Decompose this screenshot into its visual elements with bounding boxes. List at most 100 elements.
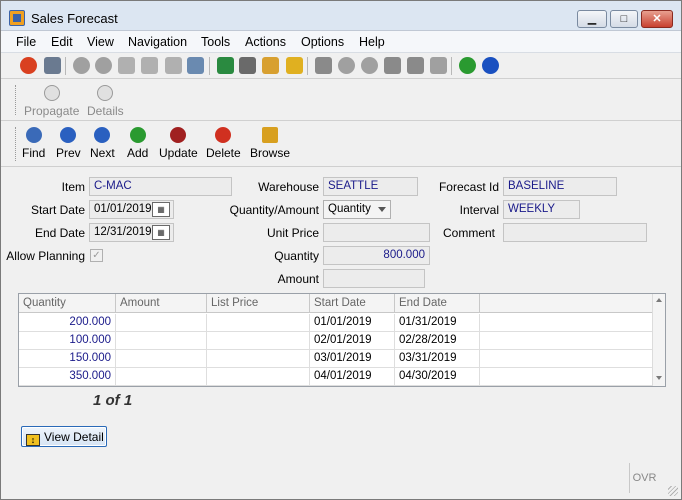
attachment-icon[interactable] bbox=[239, 57, 256, 74]
cell-amount[interactable] bbox=[116, 332, 207, 350]
cell-start-date[interactable]: 01/01/2019 bbox=[310, 314, 395, 332]
find-button[interactable]: Find bbox=[22, 127, 45, 160]
cell-end-date[interactable]: 02/28/2019 bbox=[395, 332, 480, 350]
browse-icon bbox=[262, 127, 278, 143]
copy-icon[interactable] bbox=[118, 57, 135, 74]
item-field[interactable]: C-MAC bbox=[89, 177, 232, 196]
table-row[interactable]: 350.000 04/01/2019 04/30/2019 bbox=[19, 368, 653, 386]
toolbar-separator bbox=[451, 57, 452, 75]
toolbar-grip bbox=[15, 127, 17, 161]
column-header-list-price[interactable]: List Price bbox=[207, 294, 310, 313]
menu-bar: File Edit View Navigation Tools Actions … bbox=[1, 31, 681, 53]
cell-list-price[interactable] bbox=[207, 350, 310, 368]
add-label: Add bbox=[127, 146, 149, 160]
prev-label: Prev bbox=[56, 146, 81, 160]
column-header-end-date[interactable]: End Date bbox=[395, 294, 480, 313]
calendar-icon[interactable]: ▦ bbox=[152, 225, 170, 240]
close-button[interactable]: ✕ bbox=[641, 10, 673, 28]
zoom-icon[interactable] bbox=[187, 57, 204, 74]
table-row[interactable]: 150.000 03/01/2019 03/31/2019 bbox=[19, 350, 653, 368]
quantity-field[interactable]: 800.000 bbox=[323, 246, 430, 265]
export-icon[interactable] bbox=[430, 57, 447, 74]
cell-end-date[interactable]: 01/31/2019 bbox=[395, 314, 480, 332]
delete-button[interactable]: Delete bbox=[206, 127, 241, 160]
allow-planning-checkbox[interactable]: ✓ bbox=[90, 249, 103, 262]
windows-icon[interactable] bbox=[44, 57, 61, 74]
cell-end-date[interactable]: 04/30/2019 bbox=[395, 368, 480, 386]
end-date-label: End Date bbox=[34, 226, 85, 240]
details-icon bbox=[97, 85, 114, 101]
amount-field[interactable] bbox=[323, 269, 425, 288]
browse-button[interactable]: Browse bbox=[250, 127, 290, 160]
insert-row-icon[interactable] bbox=[384, 57, 401, 74]
cancel-icon[interactable] bbox=[95, 57, 112, 74]
update-button[interactable]: Update bbox=[159, 127, 198, 160]
cell-start-date[interactable]: 02/01/2019 bbox=[310, 332, 395, 350]
grid-vertical-scrollbar[interactable] bbox=[652, 294, 665, 386]
cell-quantity[interactable]: 200.000 bbox=[19, 314, 116, 332]
quantity-amount-select[interactable]: Quantity bbox=[323, 200, 391, 219]
delete-label: Delete bbox=[206, 146, 241, 160]
forecast-detail-grid[interactable]: Quantity Amount List Price Start Date En… bbox=[18, 293, 666, 387]
interval-field[interactable]: WEEKLY bbox=[503, 200, 580, 219]
menu-help[interactable]: Help bbox=[359, 35, 385, 49]
menu-view[interactable]: View bbox=[87, 35, 114, 49]
chart-icon[interactable] bbox=[459, 57, 476, 74]
cell-amount[interactable] bbox=[116, 368, 207, 386]
prev-button[interactable]: Prev bbox=[56, 127, 81, 160]
cell-list-price[interactable] bbox=[207, 368, 310, 386]
cell-amount[interactable] bbox=[116, 350, 207, 368]
first-record-icon[interactable] bbox=[315, 57, 332, 74]
select-all-icon[interactable] bbox=[165, 57, 182, 74]
table-row[interactable]: 200.000 01/01/2019 01/31/2019 bbox=[19, 314, 653, 332]
next-icon bbox=[94, 127, 111, 143]
table-row[interactable]: 100.000 02/01/2019 02/28/2019 bbox=[19, 332, 653, 350]
cell-quantity[interactable]: 350.000 bbox=[19, 368, 116, 386]
delete-row-icon[interactable] bbox=[407, 57, 424, 74]
notepad-icon[interactable] bbox=[217, 57, 234, 74]
column-header-quantity[interactable]: Quantity bbox=[19, 294, 116, 313]
details-button[interactable]: Details bbox=[87, 85, 124, 118]
cell-quantity[interactable]: 150.000 bbox=[19, 350, 116, 368]
cell-list-price[interactable] bbox=[207, 314, 310, 332]
menu-actions[interactable]: Actions bbox=[245, 35, 286, 49]
toolbar-separator bbox=[65, 57, 66, 75]
forecast-id-field[interactable]: BASELINE bbox=[503, 177, 617, 196]
check-icon[interactable] bbox=[73, 57, 90, 74]
maximize-button[interactable]: □ bbox=[610, 10, 638, 28]
cell-amount[interactable] bbox=[116, 314, 207, 332]
resize-grip[interactable] bbox=[668, 486, 678, 496]
menu-navigation[interactable]: Navigation bbox=[128, 35, 187, 49]
prev-up-icon[interactable] bbox=[361, 57, 378, 74]
scroll-up-icon[interactable] bbox=[656, 298, 662, 302]
menu-edit[interactable]: Edit bbox=[51, 35, 73, 49]
next-button[interactable]: Next bbox=[90, 127, 115, 160]
calendar-icon[interactable] bbox=[286, 57, 303, 74]
user-notes-icon[interactable] bbox=[262, 57, 279, 74]
minimize-button[interactable]: ▁ bbox=[577, 10, 607, 28]
comment-field[interactable] bbox=[503, 223, 647, 242]
add-icon bbox=[129, 127, 146, 143]
menu-file[interactable]: File bbox=[16, 35, 36, 49]
unit-price-field[interactable] bbox=[323, 223, 430, 242]
prev-icon bbox=[60, 127, 77, 143]
menu-tools[interactable]: Tools bbox=[201, 35, 230, 49]
cell-quantity[interactable]: 100.000 bbox=[19, 332, 116, 350]
paste-icon[interactable] bbox=[141, 57, 158, 74]
calendar-icon[interactable]: ▦ bbox=[152, 202, 170, 217]
warehouse-field[interactable]: SEATTLE bbox=[323, 177, 418, 196]
cell-start-date[interactable]: 03/01/2019 bbox=[310, 350, 395, 368]
column-header-start-date[interactable]: Start Date bbox=[310, 294, 395, 313]
cell-start-date[interactable]: 04/01/2019 bbox=[310, 368, 395, 386]
column-header-amount[interactable]: Amount bbox=[116, 294, 207, 313]
help-icon[interactable] bbox=[482, 57, 499, 74]
cell-end-date[interactable]: 03/31/2019 bbox=[395, 350, 480, 368]
add-button[interactable]: Add bbox=[127, 127, 148, 160]
scroll-down-icon[interactable] bbox=[656, 376, 662, 380]
propagate-button[interactable]: Propagate bbox=[24, 85, 79, 118]
next-down-icon[interactable] bbox=[338, 57, 355, 74]
power-icon[interactable] bbox=[20, 57, 37, 74]
menu-options[interactable]: Options bbox=[301, 35, 344, 49]
cell-list-price[interactable] bbox=[207, 332, 310, 350]
view-detail-button[interactable]: ↕ View Detail bbox=[21, 426, 107, 447]
